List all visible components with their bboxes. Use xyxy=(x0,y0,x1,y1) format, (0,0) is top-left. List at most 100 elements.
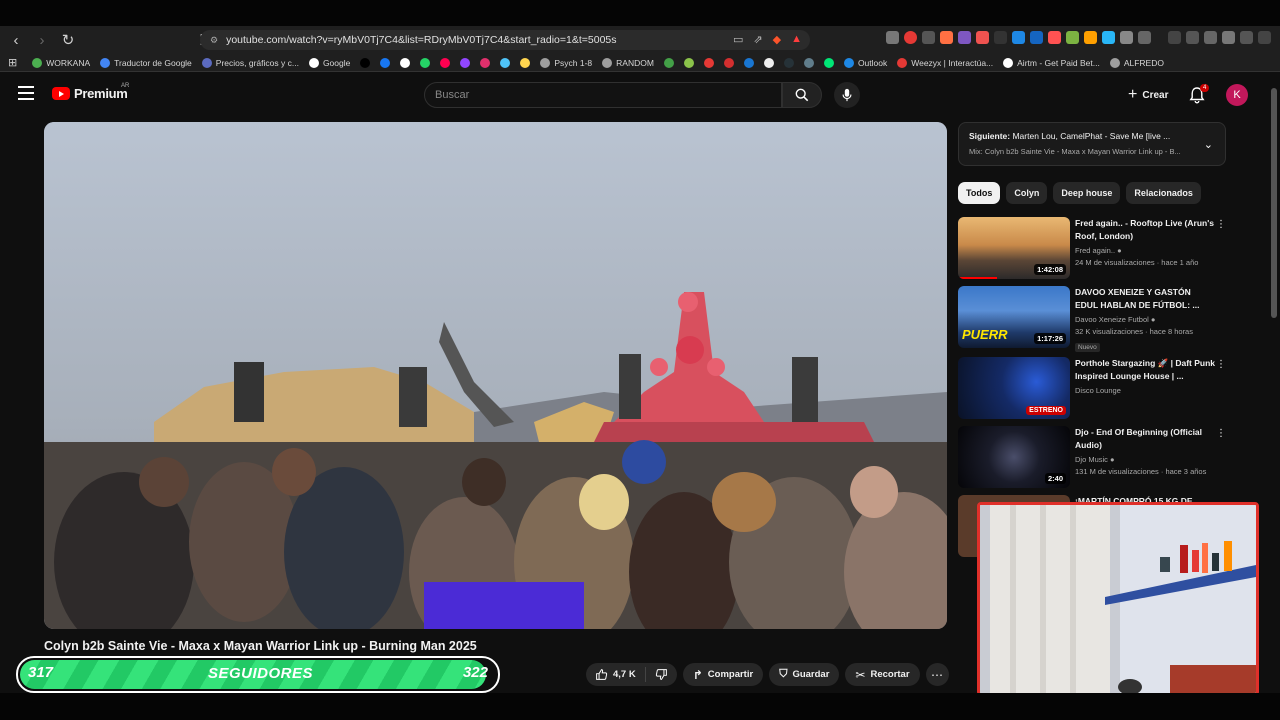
extension-icon[interactable] xyxy=(940,31,953,44)
bookmark-item[interactable] xyxy=(801,57,817,68)
recommendation-item[interactable]: 2:40 Djo - End Of Beginning (Official Au… xyxy=(958,426,1258,488)
search-input[interactable]: Buscar xyxy=(424,82,782,108)
extension-icon[interactable] xyxy=(886,31,899,44)
share-icon[interactable]: ⇗ xyxy=(753,33,762,46)
menu-icon[interactable] xyxy=(1258,31,1271,44)
extension-icon[interactable] xyxy=(922,31,935,44)
voice-search-button[interactable] xyxy=(834,82,860,108)
bookmark-item[interactable]: Airtm - Get Paid Bet... xyxy=(1000,57,1103,68)
chip-deep-house[interactable]: Deep house xyxy=(1053,182,1121,204)
view-meta: 24 M de visualizaciones · hace 1 año xyxy=(1075,258,1199,267)
forward-icon[interactable]: › xyxy=(32,30,52,50)
bookmark-item[interactable] xyxy=(517,57,533,68)
recommendation-item[interactable]: 1:42:08 Fred again.. - Rooftop Live (Aru… xyxy=(958,217,1258,279)
extension-icon[interactable] xyxy=(904,31,917,44)
address-bar[interactable]: ⚙ youtube.com/watch?v=ryMbV0Tj7C4&list=R… xyxy=(200,30,810,50)
more-vertical-icon[interactable]: ⋮ xyxy=(1216,219,1226,230)
back-icon[interactable]: ‹ xyxy=(6,30,26,50)
save-button[interactable]: ⛉ Guardar xyxy=(769,663,840,686)
chevron-down-icon[interactable]: ⌄ xyxy=(1204,138,1213,151)
bookmark-item[interactable] xyxy=(821,57,837,68)
channel-name[interactable]: Davoo Xeneize Futbol xyxy=(1075,315,1149,324)
page-scrollbar-thumb[interactable] xyxy=(1271,88,1277,318)
bookmark-item[interactable] xyxy=(397,57,413,68)
hamburger-menu-icon[interactable] xyxy=(18,86,34,100)
like-button[interactable]: 4,7 K xyxy=(586,663,645,686)
bookmark-item[interactable] xyxy=(701,57,717,68)
extension-icon[interactable] xyxy=(1102,31,1115,44)
bookmark-item[interactable] xyxy=(357,57,373,68)
bookmark-item[interactable] xyxy=(377,57,393,68)
bookmark-item[interactable]: Precios, gráficos y c... xyxy=(199,57,302,68)
extension-icon[interactable] xyxy=(1030,31,1043,44)
youtube-premium-logo[interactable]: Premium AR xyxy=(52,83,130,101)
clip-button[interactable]: ✂ Recortar xyxy=(845,663,920,686)
country-code: AR xyxy=(121,83,130,89)
bookmark-item[interactable]: WORKANA xyxy=(29,57,93,68)
vpn-icon[interactable] xyxy=(1240,31,1253,44)
youtube-header: Premium AR Buscar + Crear 4 K xyxy=(0,72,1280,118)
playlist-next-panel[interactable]: Siguiente: Marten Lou, CamelPhat - Save … xyxy=(958,122,1226,166)
bookmark-item[interactable] xyxy=(477,57,493,68)
recommendation-item[interactable]: ESTRENO Porthole Stargazing 🚀 | Daft Pun… xyxy=(958,357,1258,419)
bookmark-item[interactable] xyxy=(437,57,453,68)
extension-icon[interactable] xyxy=(1168,31,1181,44)
bookmark-item[interactable]: ALFREDO xyxy=(1107,57,1167,68)
video-thumbnail[interactable]: PUERR 1:17:26 xyxy=(958,286,1070,348)
brave-rewards-icon[interactable]: ▲ xyxy=(791,33,802,46)
account-avatar[interactable]: K xyxy=(1226,84,1248,106)
bookmark-item[interactable]: RANDOM xyxy=(599,57,657,68)
extension-icon[interactable] xyxy=(1138,31,1151,44)
extension-icon[interactable] xyxy=(1066,31,1079,44)
brave-shield-icon[interactable]: ◆ xyxy=(773,33,781,46)
bookmark-item[interactable] xyxy=(457,57,473,68)
bookmark-item[interactable]: Traductor de Google xyxy=(97,57,195,68)
bookmark-item[interactable] xyxy=(417,57,433,68)
more-vertical-icon[interactable]: ⋮ xyxy=(1216,359,1226,370)
channel-name[interactable]: Disco Lounge xyxy=(1075,386,1215,395)
extension-icon[interactable] xyxy=(1222,31,1235,44)
extension-icon[interactable] xyxy=(1084,31,1097,44)
video-player[interactable] xyxy=(44,122,947,629)
bookmark-item[interactable] xyxy=(721,57,737,68)
bookmark-label: Psych 1-8 xyxy=(554,57,593,68)
more-vertical-icon[interactable]: ⋮ xyxy=(1216,428,1226,439)
bookmark-item[interactable]: Outlook xyxy=(841,57,890,68)
bookmark-item[interactable] xyxy=(741,57,757,68)
sidebar-toggle-icon[interactable] xyxy=(1186,31,1199,44)
video-thumbnail[interactable]: ESTRENO xyxy=(958,357,1070,419)
extension-icon[interactable] xyxy=(1012,31,1025,44)
dislike-button[interactable] xyxy=(646,663,677,686)
wallet-icon[interactable] xyxy=(1204,31,1217,44)
recommendation-item[interactable]: PUERR 1:17:26 DAVOO XENEIZE Y GASTÓN EDU… xyxy=(958,286,1258,352)
bookmark-item[interactable] xyxy=(681,57,697,68)
logo-text: Premium xyxy=(74,86,128,101)
cast-icon[interactable]: ▭ xyxy=(733,33,743,46)
bookmark-item[interactable]: Psych 1-8 xyxy=(537,57,595,68)
video-thumbnail[interactable]: 1:42:08 xyxy=(958,217,1070,279)
create-button[interactable]: + Crear xyxy=(1122,84,1174,106)
chip-relacionados[interactable]: Relacionados xyxy=(1126,182,1201,204)
bookmark-item[interactable]: Google xyxy=(306,57,353,68)
channel-name[interactable]: Fred again.. xyxy=(1075,246,1115,255)
extension-icon[interactable] xyxy=(1048,31,1061,44)
extension-icon[interactable] xyxy=(1120,31,1133,44)
reload-icon[interactable]: ↻ xyxy=(58,30,78,50)
apps-grid-icon[interactable]: ⊞ xyxy=(8,56,17,69)
chip-colyn[interactable]: Colyn xyxy=(1006,182,1048,204)
video-thumbnail[interactable]: 2:40 xyxy=(958,426,1070,488)
bookmark-item[interactable] xyxy=(497,57,513,68)
bookmark-item[interactable] xyxy=(761,57,777,68)
more-actions-button[interactable]: ⋯ xyxy=(925,663,949,686)
extension-icon[interactable] xyxy=(994,31,1007,44)
bookmark-item[interactable] xyxy=(661,57,677,68)
share-button[interactable]: ↱ Compartir xyxy=(682,663,764,686)
channel-name[interactable]: Djo Music xyxy=(1075,455,1108,464)
chip-todos[interactable]: Todos xyxy=(958,182,1001,204)
bookmark-item[interactable] xyxy=(781,57,797,68)
extension-icon[interactable] xyxy=(976,31,989,44)
site-info-icon[interactable]: ⚙ xyxy=(210,35,218,46)
extension-icon[interactable] xyxy=(958,31,971,44)
search-button[interactable] xyxy=(782,82,822,108)
bookmark-item[interactable]: Weezyx | Interactúa... xyxy=(894,57,996,68)
